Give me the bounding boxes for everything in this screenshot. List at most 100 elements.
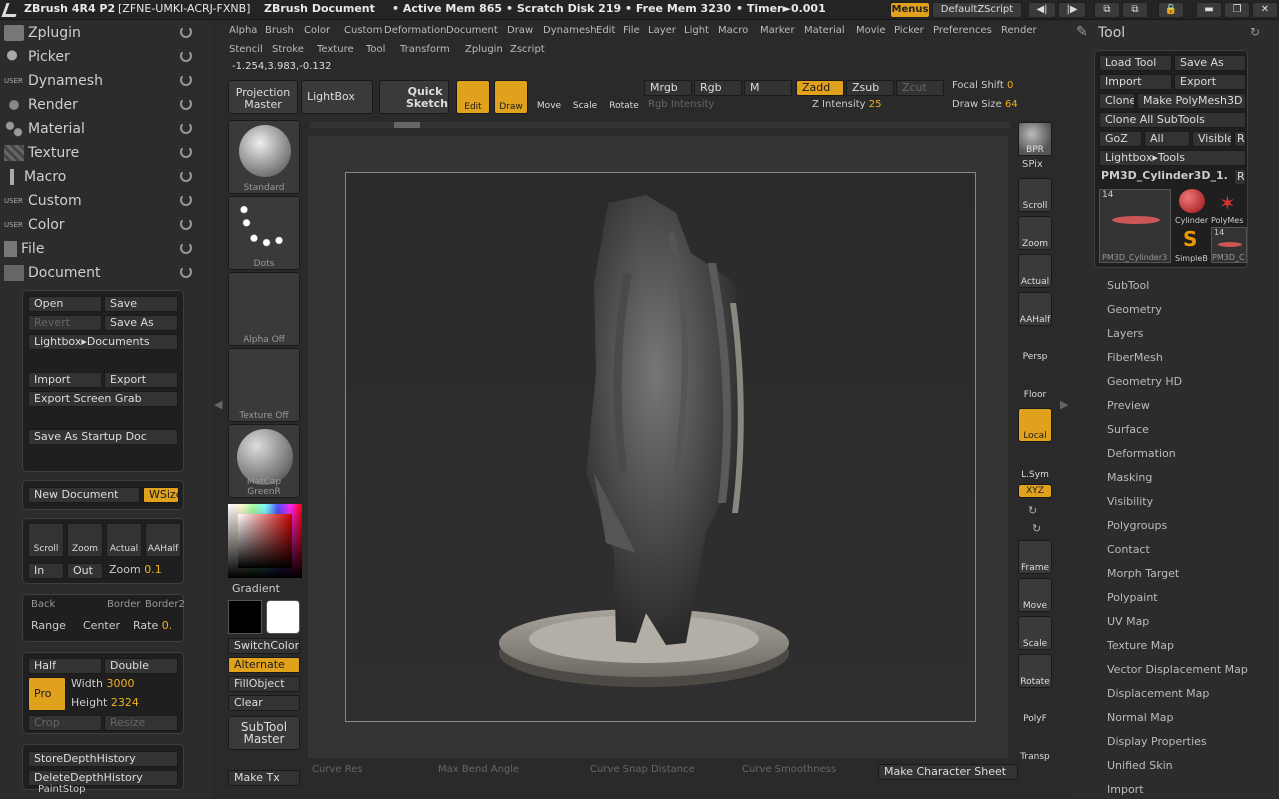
subpalette-vector-displacement-map[interactable]: Vector Displacement Map	[1107, 663, 1248, 676]
z-intensity-slider[interactable]: Z Intensity 25	[812, 99, 881, 110]
store-depth-history-button[interactable]: StoreDepthHistory	[28, 751, 178, 767]
menu-color[interactable]: Color	[304, 25, 330, 36]
border2-swatch-label[interactable]: Border2	[145, 599, 185, 610]
menu-file[interactable]: File	[623, 25, 640, 36]
menu-brush[interactable]: Brush	[265, 25, 294, 36]
zoom-button[interactable]: Zoom	[1018, 216, 1052, 250]
lightbox-button[interactable]: LightBox	[301, 80, 373, 114]
close-icon[interactable]: ✕	[1252, 2, 1278, 18]
menu-document[interactable]: Document	[4, 262, 200, 284]
gradient-label[interactable]: Gradient	[232, 582, 280, 595]
subpalette-import[interactable]: Import	[1107, 783, 1144, 796]
tool-thumb-simplebrush[interactable]: S SimpleB	[1175, 227, 1209, 263]
subpalette-display-properties[interactable]: Display Properties	[1107, 735, 1207, 748]
rewind-icon[interactable]: ◀|	[1028, 2, 1056, 18]
subpalette-texture-map[interactable]: Texture Map	[1107, 639, 1174, 652]
brush-swatch[interactable]: Standard	[228, 120, 300, 194]
goz-all-button[interactable]: All	[1144, 131, 1190, 147]
rotate-button[interactable]: Rotate	[1018, 654, 1052, 688]
focal-shift-slider[interactable]: Focal Shift 0	[952, 80, 1013, 91]
subpalette-masking[interactable]: Masking	[1107, 471, 1152, 484]
rotate-z-icon[interactable]: ↻	[1032, 522, 1041, 535]
zcut-button[interactable]: Zcut	[896, 80, 944, 96]
open-button[interactable]: Open	[28, 296, 102, 312]
tool-save-as-button[interactable]: Save As	[1174, 55, 1246, 71]
canvas-scrollbar-top[interactable]	[310, 122, 1010, 128]
menu-marker[interactable]: Marker	[760, 25, 795, 36]
menu-movie[interactable]: Movie	[856, 25, 886, 36]
subpalette-preview[interactable]: Preview	[1107, 399, 1150, 412]
clear-button[interactable]: Clear	[228, 695, 300, 711]
rotate-button[interactable]: Rotate	[607, 80, 641, 114]
menu-dynamesh[interactable]: USER Dynamesh	[4, 70, 200, 92]
secondary-color-swatch[interactable]	[228, 600, 262, 634]
draw-button[interactable]: Draw	[494, 80, 528, 114]
current-tool-thumb[interactable]: 14 PM3D_Cylinder3	[1099, 189, 1171, 263]
menu-macro[interactable]: Macro	[4, 166, 200, 188]
goz-button[interactable]: GoZ	[1099, 131, 1142, 147]
menu-picker[interactable]: Picker	[4, 46, 200, 68]
export-screen-grab-button[interactable]: Export Screen Grab	[28, 391, 178, 407]
zoom-in-button[interactable]: In	[28, 563, 64, 579]
subpalette-surface[interactable]: Surface	[1107, 423, 1149, 436]
menu-transform[interactable]: Transform	[400, 44, 450, 55]
collapse-right-icon[interactable]: ▶	[1060, 398, 1068, 411]
aahalf-button[interactable]: AAHalf	[145, 523, 181, 557]
local-button[interactable]: Local	[1018, 408, 1052, 442]
revert-button[interactable]: Revert	[28, 315, 102, 331]
tool-title[interactable]: Tool	[1098, 25, 1125, 41]
pro-button[interactable]: Pro	[28, 677, 66, 711]
export-button[interactable]: Export	[104, 372, 178, 388]
move-button[interactable]: Move	[532, 80, 566, 114]
goz-r-button[interactable]: R	[1234, 131, 1246, 147]
menu-dynamesh[interactable]: Dynamesh	[543, 25, 597, 36]
menu-light[interactable]: Light	[684, 25, 709, 36]
menu-document[interactable]: Document	[446, 25, 498, 36]
menu-deformation[interactable]: Deformation	[384, 25, 446, 36]
menu-picker[interactable]: Picker	[894, 25, 924, 36]
menu-color[interactable]: USER Color	[4, 214, 200, 236]
tool-export-button[interactable]: Export	[1174, 74, 1246, 90]
rgb-button[interactable]: Rgb	[694, 80, 742, 96]
lsym-button[interactable]: L.Sym	[1018, 448, 1052, 482]
menu-preferences[interactable]: Preferences	[933, 25, 992, 36]
tool-import-button[interactable]: Import	[1099, 74, 1172, 90]
texture-swatch[interactable]: Texture Off	[228, 348, 300, 422]
max-bend-slider[interactable]: Max Bend Angle	[438, 764, 519, 775]
menu-file[interactable]: File	[4, 238, 200, 260]
pin-icon[interactable]	[180, 218, 192, 230]
menu-alpha[interactable]: Alpha	[229, 25, 257, 36]
pin-icon[interactable]	[180, 26, 192, 38]
layout2-icon[interactable]: ⧉	[1122, 2, 1148, 18]
pin-icon[interactable]	[180, 146, 192, 158]
pin-icon[interactable]	[180, 170, 192, 182]
fillobject-button[interactable]: FillObject	[228, 676, 300, 692]
resize-button[interactable]: Resize	[104, 715, 178, 731]
subpalette-morph-target[interactable]: Morph Target	[1107, 567, 1179, 580]
subpalette-normal-map[interactable]: Normal Map	[1107, 711, 1174, 724]
switchcolor-button[interactable]: SwitchColor	[228, 638, 300, 654]
move-button[interactable]: Move	[1018, 578, 1052, 612]
menu-custom[interactable]: Custom	[344, 25, 382, 36]
tool-thumb-pm3d[interactable]: 14 PM3D_C	[1211, 227, 1247, 263]
pin-icon[interactable]	[180, 194, 192, 206]
subpalette-deformation[interactable]: Deformation	[1107, 447, 1176, 460]
subpalette-contact[interactable]: Contact	[1107, 543, 1150, 556]
rgb-intensity-slider[interactable]: Rgb Intensity	[648, 99, 714, 110]
maximize-icon[interactable]: ❐	[1224, 2, 1250, 18]
zadd-button[interactable]: Zadd	[796, 80, 844, 96]
persp-button[interactable]: Persp	[1018, 330, 1052, 364]
minimize-icon[interactable]: ▬	[1196, 2, 1222, 18]
floor-button[interactable]: Floor	[1018, 368, 1052, 402]
refresh-icon[interactable]: ↻	[1250, 25, 1260, 39]
menu-texture[interactable]: Texture	[317, 44, 354, 55]
frame-button[interactable]: Frame	[1018, 540, 1052, 574]
projection-master-button[interactable]: Projection Master	[228, 80, 298, 114]
menu-macro[interactable]: Macro	[718, 25, 748, 36]
pin-icon[interactable]	[180, 122, 192, 134]
draw-size-slider[interactable]: Draw Size 64	[952, 99, 1018, 110]
forward-icon[interactable]: |▶	[1058, 2, 1086, 18]
document-canvas[interactable]	[345, 172, 976, 722]
alternate-button[interactable]: Alternate	[228, 657, 300, 673]
lightbox-documents-button[interactable]: Lightbox▸Documents	[28, 334, 178, 350]
